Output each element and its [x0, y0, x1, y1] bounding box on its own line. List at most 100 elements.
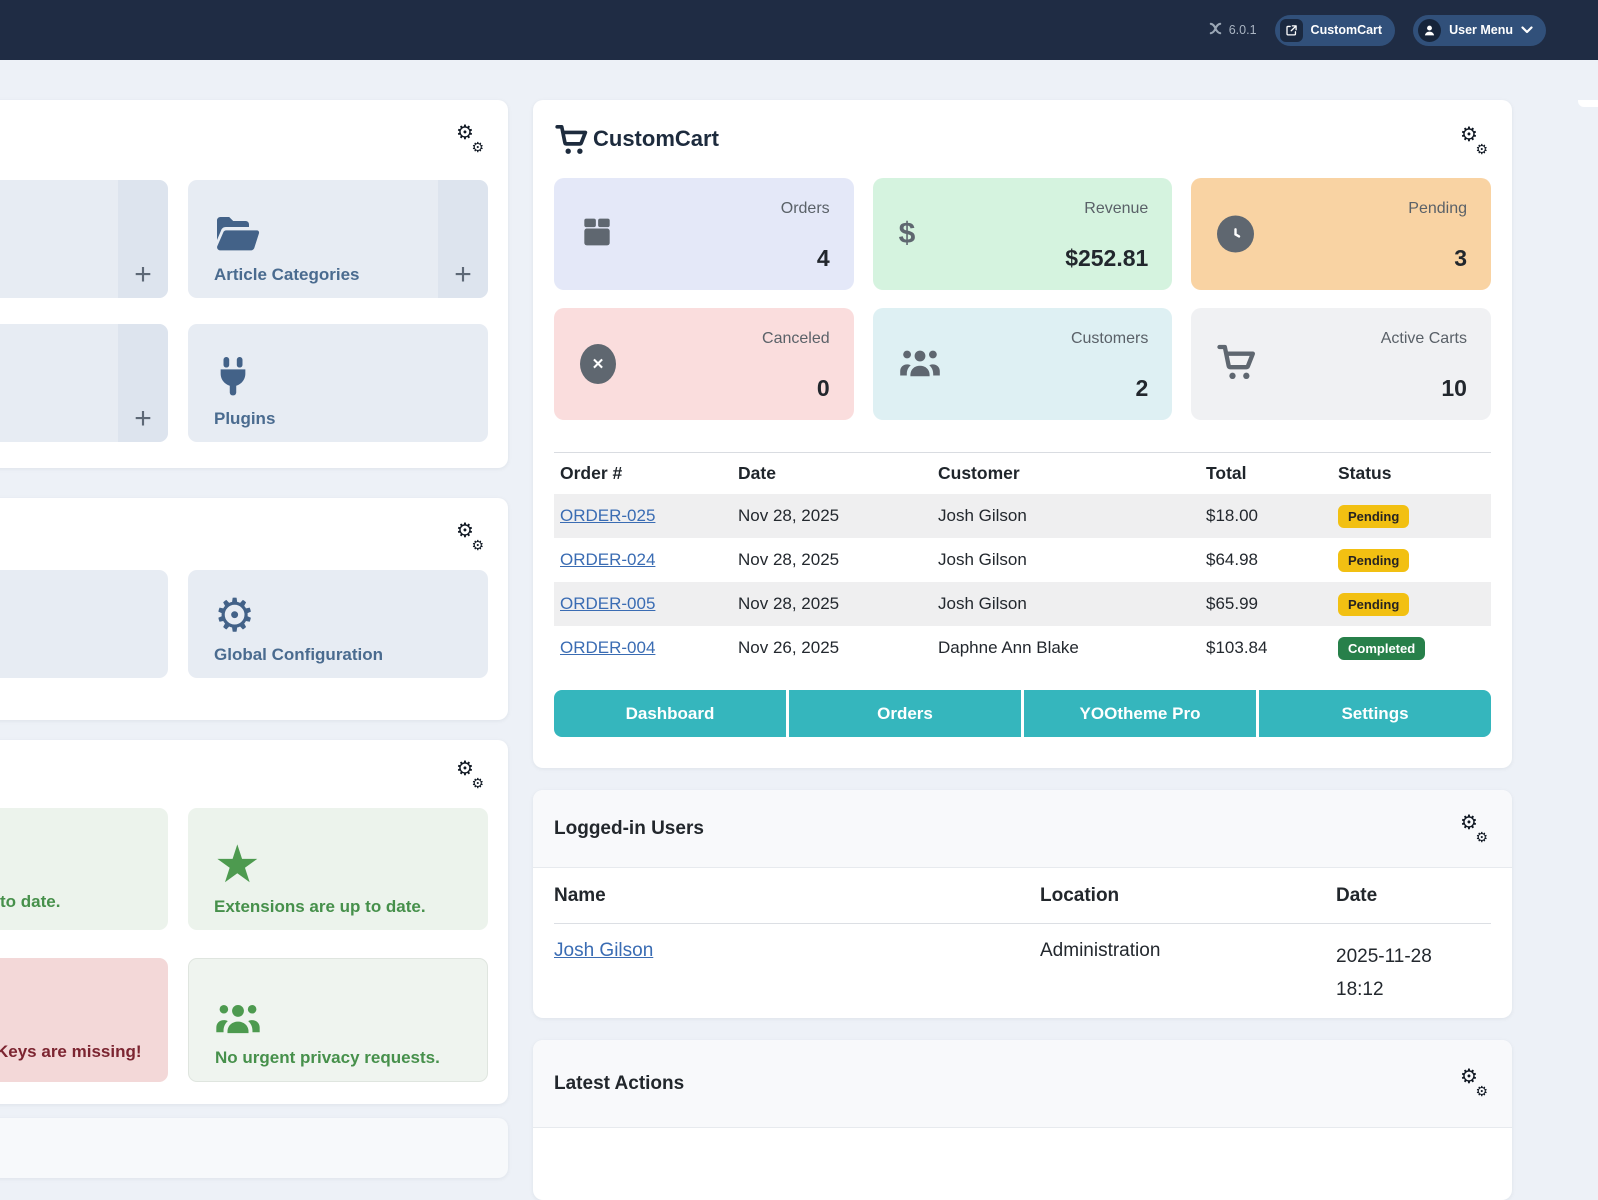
table-row: Josh Gilson Administration 2025-11-28 18… [554, 940, 1491, 1006]
status-badge: Completed [1338, 637, 1425, 660]
table-row: ORDER-005 Nov 28, 2025 Josh Gilson $65.9… [554, 582, 1491, 626]
dashboard-button[interactable]: Dashboard [554, 690, 786, 737]
user-menu-label: User Menu [1449, 23, 1513, 37]
joomla-version: 6.0.1 [1208, 21, 1257, 39]
order-total: $64.98 [1206, 550, 1338, 570]
gear-icon: ⚙ [214, 592, 255, 638]
stat-card-revenue: $ Revenue $252.81 [873, 178, 1173, 290]
add-button[interactable]: + [118, 180, 168, 298]
stat-value: $252.81 [1065, 245, 1148, 272]
stat-label: Customers [1071, 330, 1148, 348]
quick-tile-cutoff-2[interactable]: + [0, 324, 168, 442]
stat-value: 2 [1136, 375, 1149, 402]
user-icon [1418, 19, 1441, 42]
joomla-update-status-tile[interactable]: to date. [0, 808, 168, 930]
col-header-status: Status [1338, 463, 1491, 484]
order-date: Nov 28, 2025 [738, 594, 938, 614]
dollar-icon: $ [899, 219, 916, 249]
panel-title: Latest Actions [554, 1040, 684, 1128]
panel-settings-gears-icon[interactable]: ⚙ ⚙ [1460, 816, 1488, 842]
plus-icon: + [134, 258, 152, 292]
recent-orders-table: Order # Date Customer Total Status ORDER… [554, 452, 1491, 670]
chevron-down-icon [1521, 23, 1533, 37]
settings-button[interactable]: Settings [1259, 690, 1491, 737]
panel-settings-gears-icon[interactable]: ⚙ ⚙ [1460, 128, 1488, 154]
stat-value: 10 [1441, 375, 1467, 402]
star-icon: ★ [214, 841, 261, 890]
stat-label: Revenue [1084, 200, 1148, 218]
customcart-navbar-label: CustomCart [1311, 23, 1383, 37]
customcart-stats-grid: Orders 4 $ Revenue $252.81 Pending 3 ✕ C… [554, 178, 1491, 420]
yootheme-pro-button[interactable]: YOOtheme Pro [1024, 690, 1256, 737]
status-badge: Pending [1338, 505, 1409, 528]
download-keys-status-tile[interactable]: Keys are missing! [0, 958, 168, 1082]
panel-header: Latest Actions ⚙ ⚙ [533, 1040, 1512, 1128]
order-customer: Josh Gilson [938, 506, 1206, 526]
col-header-location: Location [1040, 885, 1336, 907]
plugins-tile[interactable]: Plugins [188, 324, 488, 442]
orders-button[interactable]: Orders [789, 690, 1021, 737]
order-customer: Daphne Ann Blake [938, 638, 1206, 658]
user-menu-button[interactable]: User Menu [1413, 15, 1546, 46]
stat-value: 3 [1454, 245, 1467, 272]
global-configuration-label: Global Configuration [214, 645, 383, 665]
folder-open-icon [214, 214, 262, 258]
stat-card-pending: Pending 3 [1191, 178, 1491, 290]
global-configuration-tile[interactable]: ⚙ Global Configuration [188, 570, 488, 678]
orders-table-header: Order # Date Customer Total Status [554, 452, 1491, 494]
stat-value: 0 [817, 375, 830, 402]
stat-label: Orders [781, 200, 830, 218]
order-date: Nov 28, 2025 [738, 550, 938, 570]
table-row: ORDER-025 Nov 28, 2025 Josh Gilson $18.0… [554, 494, 1491, 538]
user-location: Administration [1040, 940, 1336, 1006]
panel-settings-gears-icon[interactable]: ⚙ ⚙ [456, 126, 484, 152]
navbar-right-group: 6.0.1 CustomCart User Menu [1208, 0, 1546, 60]
extensions-status-text: Extensions are up to date. [214, 897, 426, 917]
joomla-logo-icon [1208, 21, 1223, 39]
order-customer: Josh Gilson [938, 550, 1206, 570]
status-badge: Pending [1338, 549, 1409, 572]
order-date: Nov 26, 2025 [738, 638, 938, 658]
external-link-icon [1280, 19, 1303, 42]
stat-value: 4 [817, 245, 830, 272]
table-row: ORDER-024 Nov 28, 2025 Josh Gilson $64.9… [554, 538, 1491, 582]
plug-icon [214, 356, 252, 402]
quick-tile-cutoff-1[interactable]: + [0, 180, 168, 298]
order-link[interactable]: ORDER-005 [560, 594, 655, 613]
privacy-requests-status-tile[interactable]: No urgent privacy requests. [188, 958, 488, 1082]
order-link[interactable]: ORDER-025 [560, 506, 655, 525]
order-date: Nov 28, 2025 [738, 506, 938, 526]
add-button[interactable]: + [118, 324, 168, 442]
table-row: ORDER-004 Nov 26, 2025 Daphne Ann Blake … [554, 626, 1491, 670]
col-header-name: Name [554, 885, 1040, 907]
user-link[interactable]: Josh Gilson [554, 940, 653, 961]
cutoff-panel-corner [1578, 100, 1598, 107]
stat-card-orders: Orders 4 [554, 178, 854, 290]
add-article-category-button[interactable]: + [438, 180, 488, 298]
privacy-status-text: No urgent privacy requests. [215, 1048, 440, 1068]
x-circle-icon: ✕ [580, 344, 616, 384]
order-link[interactable]: ORDER-024 [560, 550, 655, 569]
customcart-navbar-button[interactable]: CustomCart [1275, 15, 1396, 46]
col-header-order: Order # [554, 463, 738, 484]
users-table-header: Name Location Date [554, 868, 1491, 924]
customcart-module-panel: CustomCart ⚙ ⚙ Orders 4 $ Revenue $252.8… [533, 100, 1512, 768]
panel-settings-gears-icon[interactable]: ⚙ ⚙ [456, 524, 484, 550]
site-status-panel: ⚙ ⚙ to date. ★ Extensions are up to date… [0, 740, 508, 1104]
order-link[interactable]: ORDER-004 [560, 638, 655, 657]
col-header-date: Date [738, 463, 938, 484]
next-panel-sliver [0, 1118, 508, 1178]
article-categories-tile[interactable]: Article Categories + [188, 180, 488, 298]
extensions-status-tile[interactable]: ★ Extensions are up to date. [188, 808, 488, 930]
users-group-icon [899, 345, 941, 383]
version-text: 6.0.1 [1229, 23, 1257, 37]
stat-label: Pending [1408, 200, 1467, 218]
logged-in-users-panel: Logged-in Users ⚙ ⚙ Name Location Date J… [533, 790, 1512, 1018]
plus-icon: + [454, 258, 472, 292]
stat-card-customers: Customers 2 [873, 308, 1173, 420]
panel-settings-gears-icon[interactable]: ⚙ ⚙ [456, 762, 484, 788]
user-login-date: 2025-11-28 18:12 [1336, 940, 1491, 1006]
panel-settings-gears-icon[interactable]: ⚙ ⚙ [1460, 1070, 1488, 1096]
config-tile-cutoff[interactable] [0, 570, 168, 678]
stat-label: Active Carts [1381, 330, 1467, 348]
